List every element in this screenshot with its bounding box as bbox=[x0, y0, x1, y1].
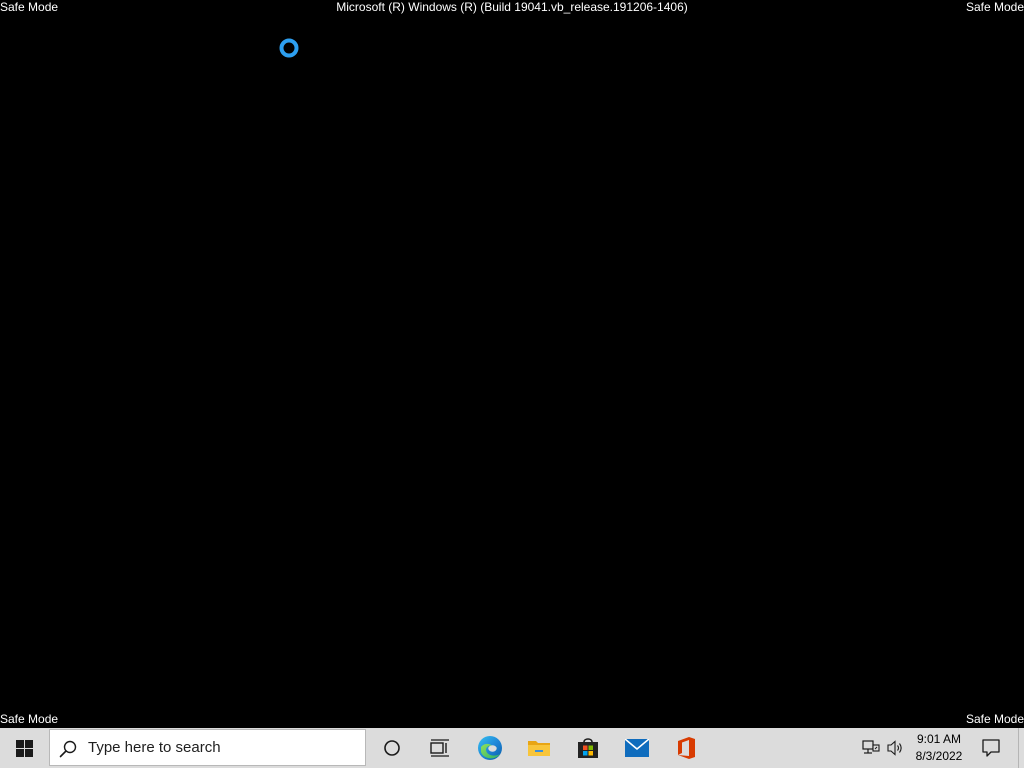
file-explorer-button[interactable] bbox=[515, 728, 563, 768]
cortana-icon bbox=[384, 740, 400, 756]
edge-taskbar-button[interactable] bbox=[466, 728, 514, 768]
office-icon bbox=[678, 737, 695, 759]
build-watermark: Microsoft (R) Windows (R) (Build 19041.v… bbox=[336, 0, 688, 14]
safe-mode-label-bottom-left: Safe Mode bbox=[0, 712, 59, 726]
safe-mode-label-bottom-right: Safe Mode bbox=[965, 712, 1024, 726]
office-button[interactable] bbox=[662, 728, 710, 768]
taskbar-search-box[interactable] bbox=[49, 729, 366, 766]
store-icon bbox=[578, 738, 598, 758]
task-view-icon bbox=[430, 739, 449, 757]
search-icon bbox=[59, 740, 77, 758]
busy-cursor-icon bbox=[279, 38, 299, 58]
search-input[interactable] bbox=[88, 730, 358, 765]
clock-time: 9:01 AM bbox=[916, 732, 962, 746]
network-tray-button[interactable] bbox=[858, 728, 884, 768]
clock-date: 8/3/2022 bbox=[915, 749, 963, 763]
edge-icon bbox=[478, 736, 502, 760]
action-center-icon bbox=[982, 739, 1000, 757]
cortana-button[interactable] bbox=[368, 728, 416, 768]
volume-icon bbox=[887, 740, 902, 756]
mail-button[interactable] bbox=[613, 728, 661, 768]
task-view-button[interactable] bbox=[416, 728, 464, 768]
volume-tray-button[interactable] bbox=[884, 728, 908, 768]
mail-icon bbox=[625, 739, 649, 757]
action-center-button[interactable] bbox=[968, 728, 1014, 768]
network-icon bbox=[862, 740, 880, 754]
folder-icon bbox=[528, 741, 550, 756]
microsoft-store-button[interactable] bbox=[564, 728, 612, 768]
windows-logo-icon bbox=[15, 739, 33, 757]
start-button[interactable] bbox=[0, 728, 48, 768]
taskbar-clock[interactable]: 9:01 AM 8/3/2022 bbox=[908, 728, 970, 768]
taskbar: 9:01 AM 8/3/2022 bbox=[0, 728, 1024, 768]
show-desktop-button[interactable] bbox=[1018, 728, 1024, 768]
safe-mode-label-top-right: Safe Mode bbox=[965, 0, 1024, 14]
desktop[interactable]: Safe Mode Microsoft (R) Windows (R) (Bui… bbox=[0, 0, 1024, 728]
